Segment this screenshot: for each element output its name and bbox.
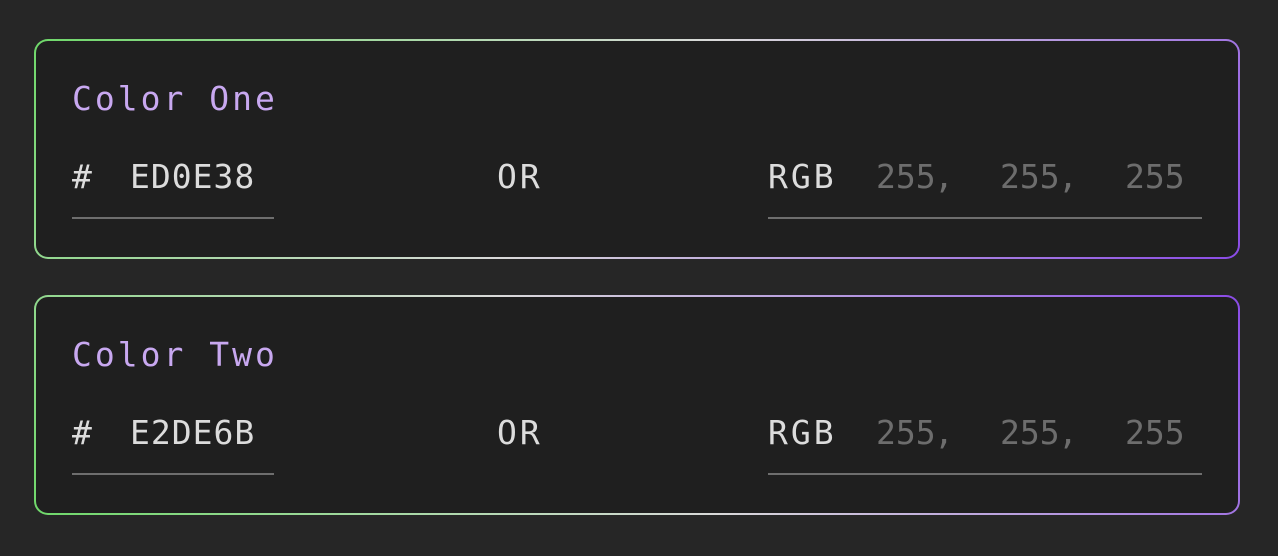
color-two-or-label: OR [497,413,543,452]
rgb-separator: , [934,413,954,452]
rgb-label: RGB [768,413,837,452]
hash-symbol: # [72,413,92,452]
color-two-hex-field: # [72,413,274,475]
color-one-hex-field: # [72,157,274,219]
color-two-rgb-field: RGB , , [768,413,1202,475]
color-one-title: Color One [72,79,278,118]
color-two-card: Color Two # OR RGB , , [34,295,1240,515]
rgb-label: RGB [768,157,837,196]
color-two-blue-input[interactable] [1125,413,1197,452]
color-two-hex-input[interactable] [130,413,270,452]
color-one-rgb-field: RGB , , [768,157,1202,219]
color-one-card: Color One # OR RGB , , [34,39,1240,259]
color-one-or-label: OR [497,157,543,196]
rgb-separator: , [1058,157,1078,196]
rgb-separator: , [1058,413,1078,452]
color-two-card-body: Color Two # OR RGB , , [36,297,1238,513]
color-two-title: Color Two [72,335,278,374]
color-one-blue-input[interactable] [1125,157,1197,196]
rgb-separator: , [934,157,954,196]
color-one-card-body: Color One # OR RGB , , [36,41,1238,257]
color-one-hex-input[interactable] [130,157,270,196]
hash-symbol: # [72,157,92,196]
